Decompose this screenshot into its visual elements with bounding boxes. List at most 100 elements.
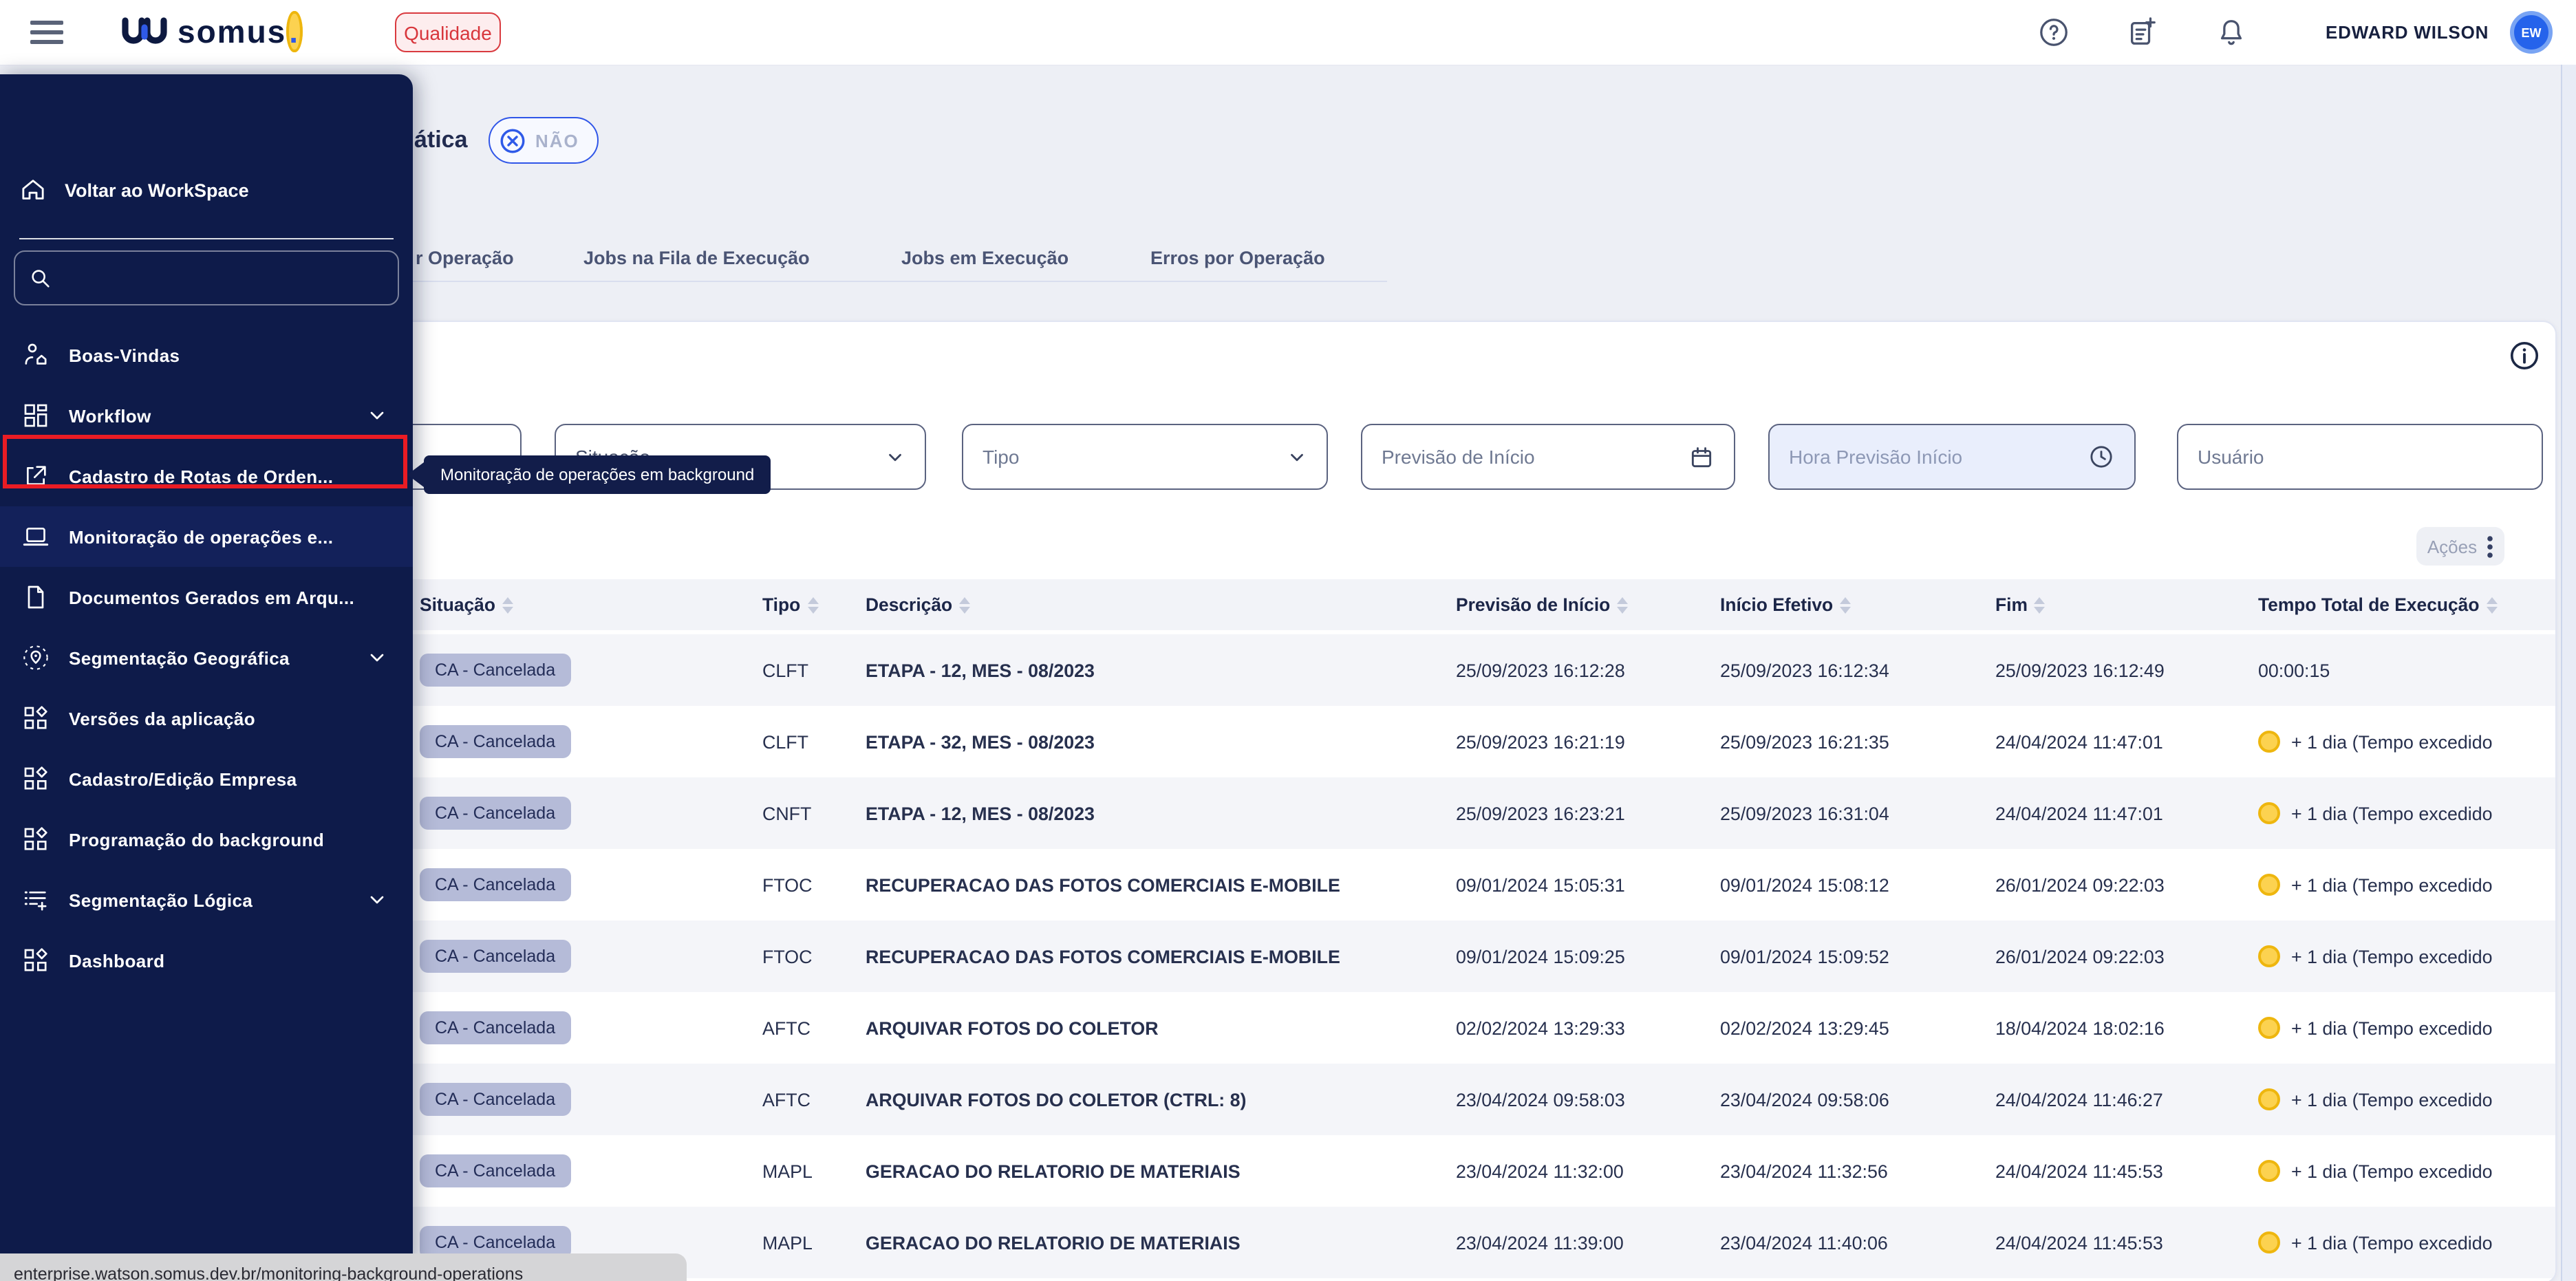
chevron-down-icon: [366, 647, 388, 669]
column-header-inicio-efetivo[interactable]: Início Efetivo: [1720, 579, 1851, 630]
cell-descricao: RECUPERACAO DAS FOTOS COMERCIAIS E-MOBIL…: [866, 849, 1340, 921]
sidebar-item-documentos-gerados[interactable]: Documentos Gerados em Arqu...: [0, 567, 413, 627]
sidebar-item-segmentacao-logica[interactable]: Segmentação Lógica: [0, 870, 413, 930]
sidebar-item-label: Cadastro de Rotas de Orden...: [69, 466, 333, 486]
clock-icon: [2087, 443, 2115, 471]
cell-tipo: FTOC: [762, 849, 812, 921]
filter-usuario-input[interactable]: Usuário: [2177, 424, 2543, 490]
filter-tipo-select[interactable]: Tipo: [962, 424, 1328, 490]
user-name[interactable]: EDWARD WILSON: [2326, 0, 2489, 65]
page-title: ática: [414, 127, 468, 154]
grid-diamond-icon: [22, 947, 50, 974]
chevron-down-icon: [1287, 446, 1307, 467]
sidebar-item-label: Versões da aplicação: [69, 708, 255, 729]
grid-diamond-icon: [22, 826, 50, 853]
tab-erros-por-operacao[interactable]: Erros por Operação: [1150, 248, 1325, 268]
cell-tempo-total: + 1 dia (Tempo excedido: [2258, 849, 2547, 921]
tab-jobs-em-execucao[interactable]: Jobs em Execução: [901, 248, 1069, 268]
laptop-icon: [22, 523, 50, 550]
sort-icon: [502, 596, 513, 613]
topbar: somus. Qualidade EDWARD WILSON EW: [0, 0, 2576, 66]
cell-previsao-inicio: 23/04/2024 09:58:03: [1456, 1064, 1625, 1135]
hamburger-menu-icon[interactable]: [30, 21, 63, 44]
avatar[interactable]: EW: [2510, 11, 2553, 54]
sidebar-item-cadastro-edicao-empresa[interactable]: Cadastro/Edição Empresa: [0, 749, 413, 809]
sidebar-item-monitoracao-operacoes[interactable]: Monitoração de operações e...: [0, 506, 413, 567]
sidebar-item-label: Workflow: [69, 405, 151, 426]
cell-previsao-inicio: 25/09/2023 16:21:19: [1456, 706, 1625, 777]
table-row[interactable]: CA - Cancelada CLFT ETAPA - 12, MES - 08…: [365, 634, 2555, 706]
acoes-button[interactable]: Ações: [2416, 527, 2504, 566]
cell-previsao-inicio: 25/09/2023 16:23:21: [1456, 777, 1625, 849]
somus-logo-mark-icon: [121, 16, 168, 49]
table-row[interactable]: CA - Cancelada MAPL GERACAO DO RELATORIO…: [365, 1135, 2555, 1207]
cell-inicio-efetivo: 23/04/2024 11:40:06: [1720, 1207, 1888, 1278]
cell-fim: 24/04/2024 11:46:27: [1995, 1064, 2163, 1135]
filter-previsao-inicio-label: Previsão de Início: [1382, 446, 1535, 468]
sort-icon: [1840, 596, 1851, 613]
x-circle-icon: [498, 126, 527, 155]
sidebar-item-boas-vindas[interactable]: Boas-Vindas: [0, 325, 413, 385]
column-header-tempo-total[interactable]: Tempo Total de Execução: [2258, 579, 2497, 630]
column-header-descricao[interactable]: Descrição: [866, 579, 970, 630]
cell-fim: 18/04/2024 18:02:16: [1995, 992, 2165, 1064]
sidebar-search-input[interactable]: [63, 266, 384, 290]
table-row[interactable]: CA - Cancelada CLFT ETAPA - 32, MES - 08…: [365, 706, 2555, 777]
somus-logo: somus.: [121, 14, 302, 51]
cell-descricao: ETAPA - 12, MES - 08/2023: [866, 634, 1095, 706]
cell-inicio-efetivo: 25/09/2023 16:31:04: [1720, 777, 1889, 849]
sidebar-search[interactable]: [14, 250, 399, 305]
sidebar-item-cadastro-rotas[interactable]: Cadastro de Rotas de Orden...: [0, 446, 413, 506]
status-badge: CA - Cancelada: [420, 706, 570, 777]
sidebar-item-label: Segmentação Geográfica: [69, 647, 290, 668]
cell-descricao: ETAPA - 32, MES - 08/2023: [866, 706, 1095, 777]
cell-descricao: ARQUIVAR FOTOS DO COLETOR (CTRL: 8): [866, 1064, 1247, 1135]
filter-previsao-inicio-date[interactable]: Previsão de Início: [1361, 424, 1735, 490]
filter-hora-previsao-time[interactable]: Hora Previsão Início: [1768, 424, 2136, 490]
notifications-bell-icon[interactable]: [2215, 17, 2247, 48]
table-row[interactable]: CA - Cancelada AFTC ARQUIVAR FOTOS DO CO…: [365, 1064, 2555, 1135]
sidebar-item-segmentacao-geografica[interactable]: Segmentação Geográfica: [0, 627, 413, 688]
back-to-workspace[interactable]: Voltar ao WorkSpace: [19, 171, 249, 209]
table-row[interactable]: CA - Cancelada FTOC RECUPERACAO DAS FOTO…: [365, 921, 2555, 992]
help-icon[interactable]: [2038, 17, 2070, 48]
sort-icon: [959, 596, 970, 613]
status-badge: CA - Cancelada: [420, 849, 570, 921]
sidebar-item-programacao-background[interactable]: Programação do background: [0, 809, 413, 870]
column-header-fim[interactable]: Fim: [1995, 579, 2046, 630]
table-row[interactable]: CA - Cancelada FTOC RECUPERACAO DAS FOTO…: [365, 849, 2555, 921]
cell-tipo: MAPL: [762, 1135, 813, 1207]
sidebar-item-workflow[interactable]: Workflow: [0, 385, 413, 446]
new-document-icon[interactable]: [2126, 17, 2158, 48]
scrollbar[interactable]: [2561, 65, 2576, 1281]
sidebar-item-label: Boas-Vindas: [69, 345, 180, 365]
cell-descricao: ARQUIVAR FOTOS DO COLETOR: [866, 992, 1159, 1064]
sidebar-item-versoes-aplicacao[interactable]: Versões da aplicação: [0, 688, 413, 749]
warning-dot-icon: [2258, 1160, 2280, 1182]
tab-jobs-na-fila-de-execucao[interactable]: Jobs na Fila de Execução: [583, 248, 810, 268]
cell-previsao-inicio: 09/01/2024 15:05:31: [1456, 849, 1625, 921]
column-header-situacao[interactable]: Situação: [420, 579, 513, 630]
sidebar-item-dashboard[interactable]: Dashboard: [0, 930, 413, 991]
status-badge: CA - Cancelada: [420, 992, 570, 1064]
tab-jobs-por-operacao[interactable]: r Operação: [416, 248, 514, 268]
sidebar-item-label: Programação do background: [69, 829, 324, 850]
info-icon[interactable]: [2509, 340, 2540, 372]
table-row[interactable]: CA - Cancelada AFTC ARQUIVAR FOTOS DO CO…: [365, 992, 2555, 1064]
sort-icon: [2486, 596, 2497, 613]
cell-inicio-efetivo: 02/02/2024 13:29:45: [1720, 992, 1889, 1064]
column-header-previsao-inicio[interactable]: Previsão de Início: [1456, 579, 1628, 630]
cell-tipo: CNFT: [762, 777, 811, 849]
sidebar-item-label: Documentos Gerados em Arqu...: [69, 587, 354, 607]
chevron-down-icon: [885, 446, 905, 467]
cell-previsao-inicio: 09/01/2024 15:09:25: [1456, 921, 1625, 992]
auto-update-toggle[interactable]: NÃO: [489, 117, 599, 164]
cell-tempo-total: + 1 dia (Tempo excedido: [2258, 992, 2547, 1064]
filter-hora-previsao-label: Hora Previsão Início: [1789, 446, 1962, 468]
cell-fim: 24/04/2024 11:47:01: [1995, 777, 2163, 849]
table-row[interactable]: CA - Cancelada CNFT ETAPA - 12, MES - 08…: [365, 777, 2555, 849]
table-row[interactable]: CA - Cancelada MAPL GERACAO DO RELATORIO…: [365, 1207, 2555, 1278]
column-header-tipo[interactable]: Tipo: [762, 579, 818, 630]
cell-tipo: FTOC: [762, 921, 812, 992]
browser-status-bar: enterprise.watson.somus.dev.br/monitorin…: [0, 1253, 687, 1281]
